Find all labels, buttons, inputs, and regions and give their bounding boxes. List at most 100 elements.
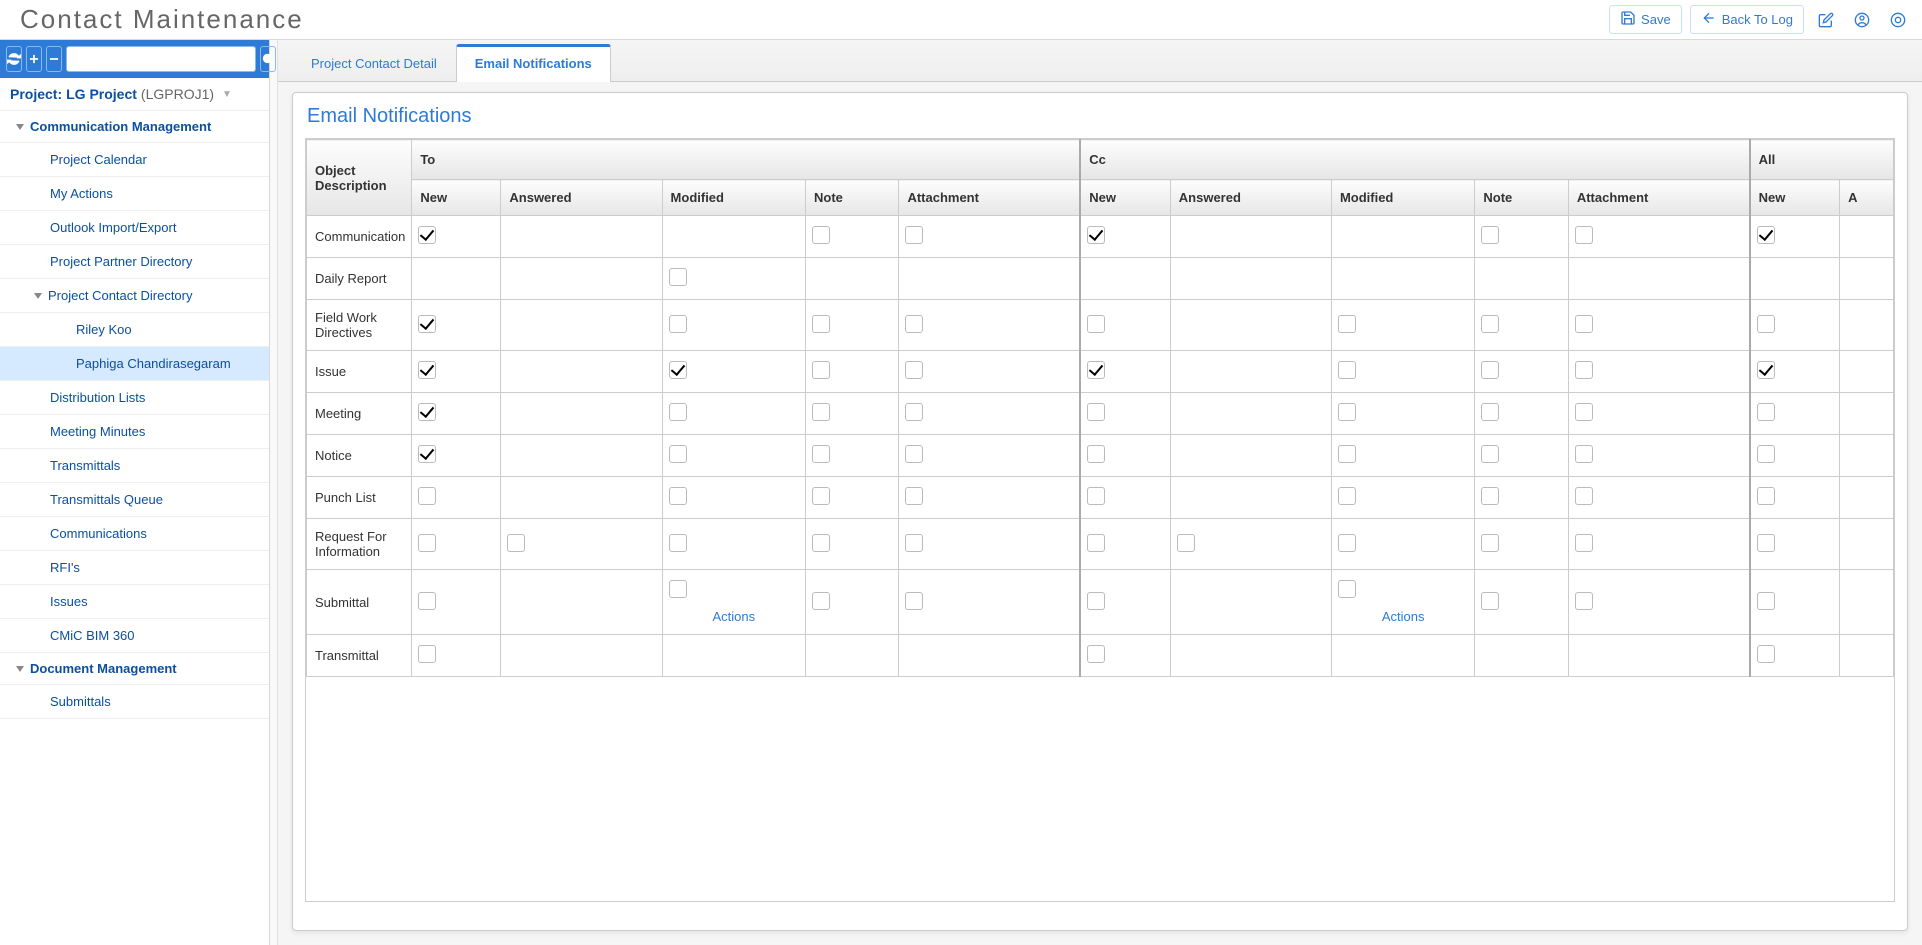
grid-hscroll[interactable] <box>305 906 1895 922</box>
checkbox[interactable] <box>1087 534 1105 552</box>
checkbox[interactable] <box>669 315 687 333</box>
checkbox[interactable] <box>1481 361 1499 379</box>
tree-item[interactable]: Paphiga Chandirasegaram <box>0 347 269 381</box>
checkbox[interactable] <box>1757 226 1775 244</box>
tree-group[interactable]: Document Management <box>0 653 269 685</box>
tab[interactable]: Email Notifications <box>456 44 611 82</box>
checkbox[interactable] <box>1338 487 1356 505</box>
checkbox[interactable] <box>905 361 923 379</box>
tree-item[interactable]: Project Contact Directory <box>0 279 269 313</box>
checkbox[interactable] <box>1087 403 1105 421</box>
checkbox[interactable] <box>812 315 830 333</box>
checkbox[interactable] <box>812 592 830 610</box>
refresh-button[interactable] <box>6 46 22 72</box>
checkbox[interactable] <box>1338 445 1356 463</box>
actions-link[interactable]: Actions <box>669 609 799 624</box>
checkbox[interactable] <box>418 315 436 333</box>
checkbox[interactable] <box>1481 487 1499 505</box>
checkbox[interactable] <box>1338 361 1356 379</box>
checkbox[interactable] <box>1575 361 1593 379</box>
checkbox[interactable] <box>1757 315 1775 333</box>
sidebar-tree[interactable]: Project: LG Project (LGPROJ1) ▼ Communic… <box>0 78 269 929</box>
checkbox[interactable] <box>1481 403 1499 421</box>
save-button[interactable]: Save <box>1609 5 1682 34</box>
checkbox[interactable] <box>1087 592 1105 610</box>
tree-item[interactable]: CMiC BIM 360 <box>0 619 269 653</box>
checkbox[interactable] <box>1575 445 1593 463</box>
tree-item[interactable]: Project Partner Directory <box>0 245 269 279</box>
checkbox[interactable] <box>1177 534 1195 552</box>
tab[interactable]: Project Contact Detail <box>292 44 456 82</box>
checkbox[interactable] <box>418 645 436 663</box>
tree-group[interactable]: Communication Management <box>0 111 269 143</box>
checkbox[interactable] <box>812 445 830 463</box>
checkbox[interactable] <box>418 361 436 379</box>
checkbox[interactable] <box>418 592 436 610</box>
collapse-button[interactable] <box>46 46 62 72</box>
expand-button[interactable] <box>26 46 42 72</box>
checkbox[interactable] <box>1087 645 1105 663</box>
checkbox[interactable] <box>669 268 687 286</box>
back-button[interactable]: Back To Log <box>1690 5 1804 34</box>
checkbox[interactable] <box>1575 403 1593 421</box>
tree-item[interactable]: Transmittals <box>0 449 269 483</box>
checkbox[interactable] <box>418 445 436 463</box>
checkbox[interactable] <box>1757 645 1775 663</box>
checkbox[interactable] <box>669 580 687 598</box>
checkbox[interactable] <box>812 361 830 379</box>
tree-item[interactable]: Project Calendar <box>0 143 269 177</box>
help-button[interactable] <box>1884 6 1912 34</box>
tree-item[interactable]: My Actions <box>0 177 269 211</box>
search-button[interactable] <box>260 46 276 72</box>
checkbox[interactable] <box>669 403 687 421</box>
checkbox[interactable] <box>812 403 830 421</box>
tree-item[interactable]: Distribution Lists <box>0 381 269 415</box>
checkbox[interactable] <box>418 534 436 552</box>
checkbox[interactable] <box>418 487 436 505</box>
edit-button[interactable] <box>1812 6 1840 34</box>
checkbox[interactable] <box>812 487 830 505</box>
tree-item[interactable]: Outlook Import/Export <box>0 211 269 245</box>
checkbox[interactable] <box>905 534 923 552</box>
checkbox[interactable] <box>418 226 436 244</box>
checkbox[interactable] <box>1575 487 1593 505</box>
checkbox[interactable] <box>669 534 687 552</box>
checkbox[interactable] <box>1757 445 1775 463</box>
checkbox[interactable] <box>418 403 436 421</box>
checkbox[interactable] <box>905 226 923 244</box>
checkbox[interactable] <box>905 445 923 463</box>
tree-item[interactable]: Issues <box>0 585 269 619</box>
grid-scroll[interactable]: Object DescriptionToCcAllNewAnsweredModi… <box>305 138 1895 902</box>
checkbox[interactable] <box>1338 403 1356 421</box>
project-selector[interactable]: Project: LG Project (LGPROJ1) ▼ <box>0 78 269 111</box>
tree-item[interactable]: Communications <box>0 517 269 551</box>
checkbox[interactable] <box>1575 534 1593 552</box>
tree-item[interactable]: RFI's <box>0 551 269 585</box>
sidebar-search-input[interactable] <box>66 46 256 72</box>
checkbox[interactable] <box>669 445 687 463</box>
checkbox[interactable] <box>507 534 525 552</box>
tree-item[interactable]: Submittals <box>0 685 269 719</box>
sidebar-hscroll[interactable] <box>0 929 269 945</box>
checkbox[interactable] <box>1757 403 1775 421</box>
checkbox[interactable] <box>669 487 687 505</box>
checkbox[interactable] <box>1575 226 1593 244</box>
checkbox[interactable] <box>1481 315 1499 333</box>
user-button[interactable] <box>1848 6 1876 34</box>
checkbox[interactable] <box>1757 534 1775 552</box>
checkbox[interactable] <box>1757 487 1775 505</box>
checkbox[interactable] <box>905 403 923 421</box>
checkbox[interactable] <box>1481 226 1499 244</box>
checkbox[interactable] <box>1757 361 1775 379</box>
checkbox[interactable] <box>812 534 830 552</box>
checkbox[interactable] <box>1575 315 1593 333</box>
checkbox[interactable] <box>1087 487 1105 505</box>
checkbox[interactable] <box>1087 226 1105 244</box>
checkbox[interactable] <box>1087 445 1105 463</box>
checkbox[interactable] <box>905 592 923 610</box>
checkbox[interactable] <box>1575 592 1593 610</box>
checkbox[interactable] <box>669 361 687 379</box>
splitter[interactable] <box>270 40 278 945</box>
checkbox[interactable] <box>1757 592 1775 610</box>
checkbox[interactable] <box>1481 592 1499 610</box>
